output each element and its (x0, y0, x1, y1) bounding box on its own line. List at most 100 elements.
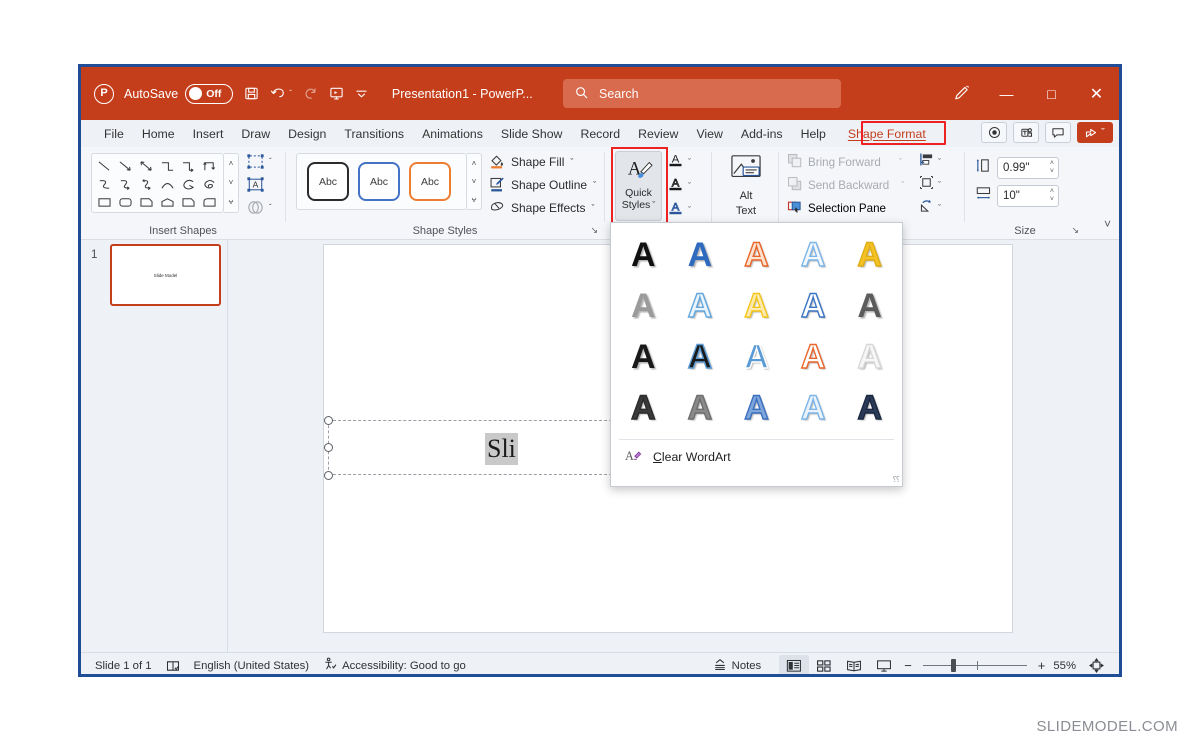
shape-pentagon-top[interactable] (157, 193, 178, 211)
shape-elbow-double-arrow[interactable] (199, 157, 220, 175)
shape-width-input[interactable]: 10" ˄˅ (997, 185, 1059, 207)
zoom-slider-thumb[interactable] (951, 659, 956, 672)
start-presentation-icon[interactable] (329, 86, 344, 101)
tab-record[interactable]: Record (571, 122, 629, 146)
wordart-style-19[interactable]: A (785, 382, 842, 433)
rotate-caret-icon[interactable]: ˇ (938, 203, 941, 213)
maximize-button[interactable]: □ (1029, 67, 1074, 120)
shapes-gallery-scrollbar[interactable]: ˄ ˅ ⩝ (224, 153, 239, 213)
wordart-style-16[interactable]: A (615, 382, 672, 433)
tab-transitions[interactable]: Transitions (335, 122, 413, 146)
shapes-scroll-more-icon[interactable]: ⩝ (229, 197, 234, 207)
merge-shapes-caret-icon[interactable]: ˇ (269, 203, 272, 212)
tab-animations[interactable]: Animations (413, 122, 492, 146)
align-objects-button[interactable]: ˇ (919, 153, 941, 171)
shape-styles-gallery[interactable]: Abc Abc Abc (296, 153, 467, 210)
wordart-style-15[interactable]: A (841, 331, 898, 382)
shape-style-chip-1[interactable]: Abc (307, 162, 349, 201)
tab-design[interactable]: Design (279, 122, 335, 146)
edit-shape-caret-icon[interactable]: ˇ (269, 157, 272, 166)
ink-pen-icon[interactable] (939, 67, 984, 120)
wordart-style-4[interactable]: A (785, 229, 842, 280)
group-objects-button[interactable]: ˇ (919, 176, 941, 194)
zoom-in-button[interactable]: + (1038, 658, 1046, 673)
send-backward-caret-icon[interactable]: ˇ (901, 180, 904, 190)
undo-caret-icon[interactable]: ˇ (289, 89, 292, 98)
shapes-scroll-down-icon[interactable]: ˅ (229, 178, 234, 187)
wordart-style-8[interactable]: A (728, 280, 785, 331)
resize-handle-top-left[interactable] (324, 416, 333, 425)
tab-slide-show[interactable]: Slide Show (492, 122, 572, 146)
shapes-gallery[interactable] (91, 153, 224, 213)
shape-elbow-connector[interactable] (157, 157, 178, 175)
wordart-style-1[interactable]: A (615, 229, 672, 280)
wordart-style-3[interactable]: A (728, 229, 785, 280)
shape-line[interactable] (94, 157, 115, 175)
alt-text-button[interactable]: Alt Text (722, 153, 770, 219)
notes-page-icon[interactable] (166, 659, 180, 673)
share-button[interactable]: ˇ (1077, 122, 1113, 143)
shape-width-spinner[interactable]: ˄˅ (1050, 188, 1054, 204)
shape-snip-corner-rectangle[interactable] (136, 193, 157, 211)
tab-review[interactable]: Review (629, 122, 687, 146)
tab-view[interactable]: View (687, 122, 731, 146)
undo-icon[interactable]: ˇ (270, 86, 292, 101)
tab-help[interactable]: Help (792, 122, 835, 146)
shape-curve-double-arrow[interactable] (136, 175, 157, 193)
draw-text-box-button[interactable]: A (246, 175, 272, 194)
view-slideshow-button[interactable] (869, 655, 899, 677)
close-button[interactable]: ✕ (1074, 67, 1119, 120)
share-caret-icon[interactable]: ˇ (1101, 127, 1105, 139)
shape-arrow[interactable] (115, 157, 136, 175)
tab-file[interactable]: File (95, 122, 133, 146)
autosave-toggle[interactable]: Off (185, 84, 233, 104)
text-outline-caret-icon[interactable]: ˇ (688, 181, 691, 191)
wordart-style-14[interactable]: A (785, 331, 842, 382)
wordart-style-10[interactable]: A (841, 280, 898, 331)
zoom-out-button[interactable]: − (904, 658, 912, 673)
wordart-style-18[interactable]: A (728, 382, 785, 433)
shape-snip-single-corner[interactable] (178, 193, 199, 211)
rotate-objects-button[interactable]: ˇ (919, 199, 941, 217)
shape-curve-1[interactable] (94, 175, 115, 193)
view-slide-sorter-button[interactable] (809, 655, 839, 677)
tab-insert[interactable]: Insert (184, 122, 233, 146)
shape-effects-caret-icon[interactable]: ˇ (592, 203, 595, 213)
wordart-style-12[interactable]: A (672, 331, 729, 382)
shape-height-spinner[interactable]: ˄˅ (1050, 160, 1054, 176)
shape-arc[interactable] (157, 175, 178, 193)
text-effects-caret-icon[interactable]: ˇ (688, 205, 691, 215)
edit-shape-button[interactable]: ˇ (246, 152, 272, 171)
view-normal-button[interactable] (779, 655, 809, 677)
redo-icon[interactable] (303, 86, 318, 101)
shape-rounded-rectangle[interactable] (115, 193, 136, 211)
clear-wordart-menu-item[interactable]: A Clear WordArt (611, 440, 902, 474)
view-reading-button[interactable] (839, 655, 869, 677)
shape-styles-scroll-up-icon[interactable]: ˄ (472, 159, 477, 168)
teams-icon[interactable] (1013, 122, 1039, 143)
text-fill-caret-icon[interactable]: ˇ (688, 157, 691, 167)
merge-shapes-button[interactable]: ˇ (246, 198, 272, 217)
tab-draw[interactable]: Draw (232, 122, 279, 146)
accessibility-status[interactable]: Accessibility: Good to go (323, 657, 466, 674)
wordart-style-20[interactable]: A (841, 382, 898, 433)
quick-styles-button[interactable]: A Quick Stylesˇ (615, 151, 662, 221)
size-dialog-launcher[interactable]: ↘ (1071, 225, 1079, 236)
wordart-style-17[interactable]: A (672, 382, 729, 433)
tab-add-ins[interactable]: Add-ins (732, 122, 792, 146)
shape-styles-scroll-down-icon[interactable]: ˅ (472, 177, 477, 186)
minimize-button[interactable]: — (984, 67, 1029, 120)
ribbon-collapse-button[interactable]: ˅ (1104, 217, 1111, 231)
text-outline-button[interactable]: A ˇ (668, 176, 691, 196)
wordart-style-2[interactable]: A (672, 229, 729, 280)
wordart-style-13[interactable]: A (728, 331, 785, 382)
notes-button[interactable]: Notes (713, 658, 762, 674)
shape-height-input[interactable]: 0.99" ˄˅ (997, 157, 1059, 179)
text-effects-button[interactable]: A ˇ (668, 200, 691, 220)
bring-forward-caret-icon[interactable]: ˇ (899, 157, 902, 167)
comments-icon[interactable] (1045, 122, 1071, 143)
shape-fill-button[interactable]: Shape Fill ˇ (489, 153, 596, 171)
zoom-level-label[interactable]: 55% (1053, 660, 1076, 672)
tab-shape-format[interactable]: Shape Format (839, 122, 935, 146)
shape-fill-caret-icon[interactable]: ˇ (570, 157, 573, 167)
